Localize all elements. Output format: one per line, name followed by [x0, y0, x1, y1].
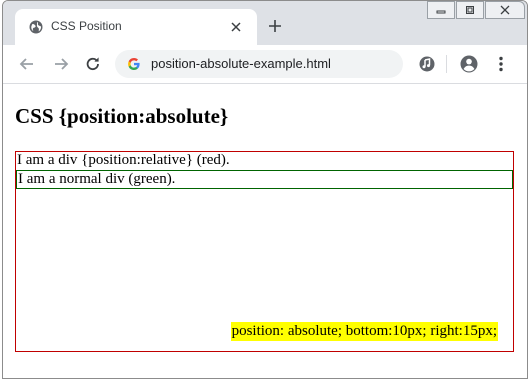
- forward-arrow-icon[interactable]: [51, 54, 71, 74]
- toolbar-separator: [446, 55, 447, 73]
- address-url: position-absolute-example.html: [151, 56, 331, 71]
- plus-icon[interactable]: [265, 16, 285, 36]
- menu-kebab-icon[interactable]: [491, 54, 511, 74]
- window-controls: [427, 1, 527, 21]
- back-arrow-icon[interactable]: [17, 54, 37, 74]
- reload-icon[interactable]: [83, 54, 103, 74]
- close-icon[interactable]: [485, 1, 525, 19]
- relative-div-text: I am a div {position:relative} (red).: [17, 152, 230, 168]
- relative-div: I am a div {position:relative} (red). I …: [15, 151, 514, 352]
- absolute-div: position: absolute; bottom:10px; right:1…: [230, 322, 498, 341]
- tab-css-position[interactable]: CSS Position: [15, 9, 257, 45]
- normal-div-text: I am a normal div (green).: [18, 171, 176, 187]
- tab-strip: CSS Position: [3, 1, 527, 45]
- restore-icon[interactable]: [456, 1, 484, 19]
- page-title: CSS {position:absolute}: [15, 104, 229, 128]
- minimize-icon[interactable]: [427, 1, 455, 19]
- account-icon[interactable]: [459, 54, 479, 74]
- browser-toolbar: position-absolute-example.html: [3, 45, 527, 84]
- address-bar[interactable]: position-absolute-example.html: [115, 50, 403, 78]
- tab-title: CSS Position: [51, 19, 122, 33]
- page-content: CSS {position:absolute} I am a div {posi…: [3, 84, 527, 378]
- globe-icon: [29, 20, 43, 34]
- browser-window: CSS Position position-absolute-example.h…: [2, 0, 528, 379]
- normal-div: I am a normal div (green).: [16, 170, 513, 189]
- close-icon[interactable]: [229, 20, 243, 34]
- google-g-icon: [127, 57, 141, 71]
- media-control-icon[interactable]: [417, 54, 437, 74]
